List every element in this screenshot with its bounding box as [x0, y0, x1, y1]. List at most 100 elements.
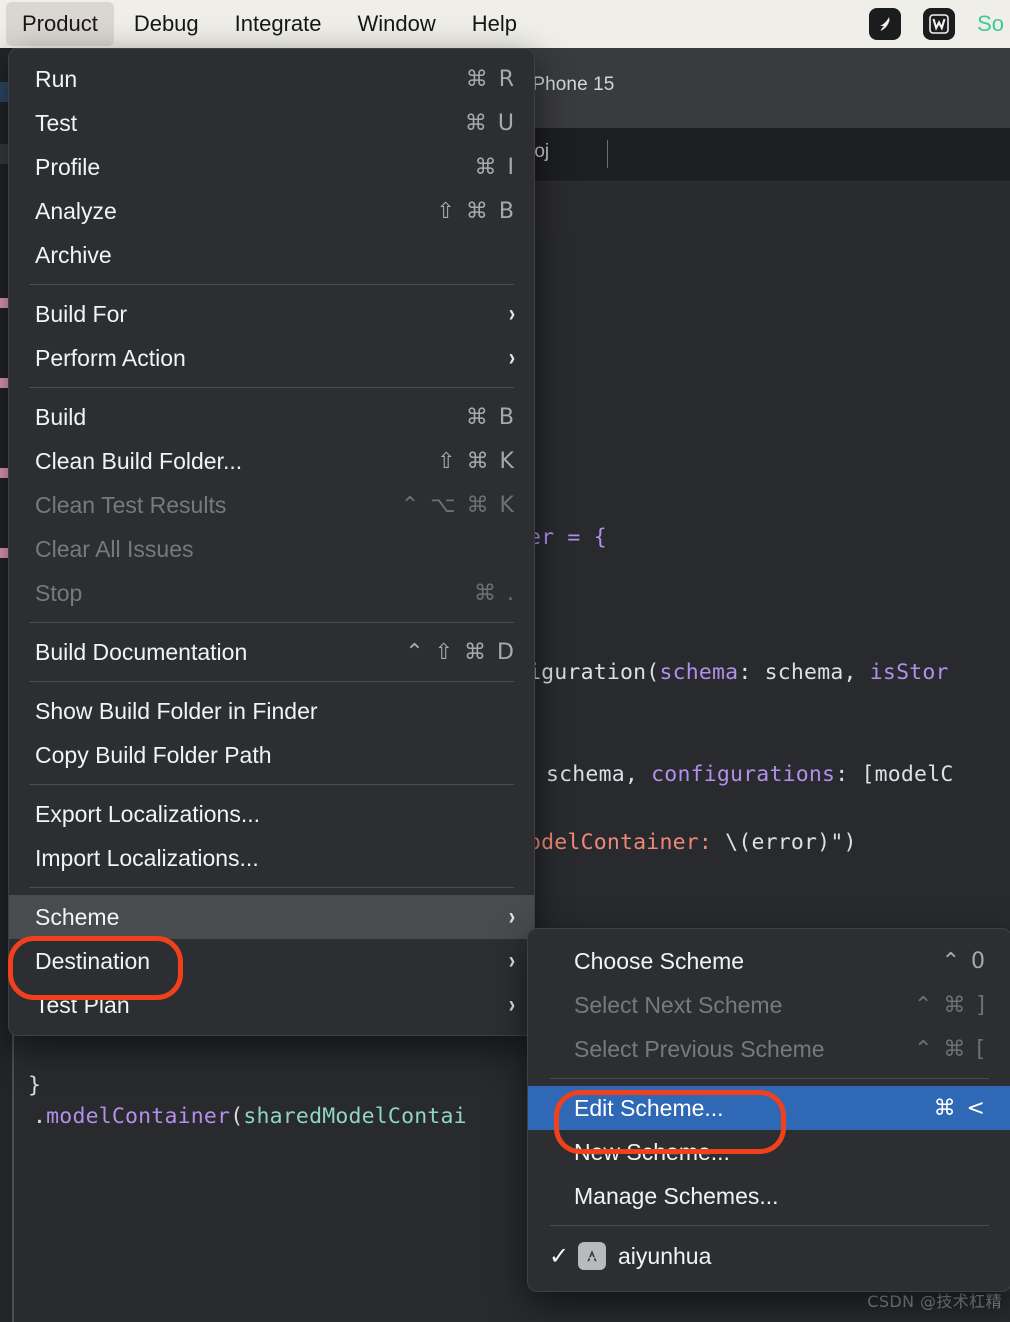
menu-item-shortcut: ⌘ . [474, 580, 516, 606]
menu-item-profile[interactable]: Profile ⌘ I [9, 145, 534, 189]
menu-separator [29, 284, 514, 285]
menu-item-build[interactable]: Build ⌘ B [9, 395, 534, 439]
menu-item-show-build-folder-in-finder[interactable]: Show Build Folder in Finder [9, 689, 534, 733]
menu-item-label: Select Next Scheme [574, 991, 783, 1018]
menu-item-label: Select Previous Scheme [574, 1035, 825, 1062]
xcode-scheme-app-icon [578, 1242, 606, 1270]
menubar-item-debug[interactable]: Debug [118, 2, 215, 46]
menubar-item-integrate[interactable]: Integrate [219, 2, 338, 46]
menu-item-copy-build-folder-path[interactable]: Copy Build Folder Path [9, 733, 534, 777]
menu-separator [550, 1225, 989, 1226]
menu-item-shortcut: ⌘ I [474, 154, 516, 180]
menu-item-stop: Stop ⌘ . [9, 571, 534, 615]
menu-item-scheme[interactable]: Scheme › [9, 895, 534, 939]
menu-item-select-previous-scheme: Select Previous Scheme ⌃ ⌘ [ [528, 1027, 1010, 1071]
menu-item-label: Clear All Issues [35, 535, 194, 562]
code-token: \(error)") [725, 830, 857, 855]
menu-item-label: Archive [35, 241, 112, 268]
menu-item-analyze[interactable]: Analyze ⇧ ⌘ B [9, 189, 534, 233]
menu-separator [29, 622, 514, 623]
menu-item-test-plan[interactable]: Test Plan › [9, 983, 534, 1027]
menu-item-destination[interactable]: Destination › [9, 939, 534, 983]
code-line: .modelContainer(sharedModelContai [33, 1104, 467, 1129]
chevron-right-icon: › [508, 300, 516, 327]
chevron-right-icon: › [508, 344, 516, 371]
code-token: schema [659, 660, 739, 685]
code-token: } [28, 1073, 42, 1098]
destination-device-label[interactable]: iPhone 15 [528, 74, 614, 96]
menu-item-perform-action[interactable]: Perform Action › [9, 336, 534, 380]
menu-item-shortcut: ⇧ ⌘ K [437, 448, 516, 474]
status-menu-text[interactable]: So [977, 11, 1004, 37]
code-token: . [33, 1104, 47, 1129]
menu-item-run[interactable]: Run ⌘ R [9, 57, 534, 101]
product-dropdown-menu[interactable]: Run ⌘ R Test ⌘ U Profile ⌘ I Analyze ⇧ ⌘ B Archi… [8, 48, 535, 1036]
menubar-item-product[interactable]: Product [6, 2, 114, 46]
menu-item-export-localizations[interactable]: Export Localizations... [9, 792, 534, 836]
menu-item-choose-scheme[interactable]: Choose Scheme ⌃ 0 [528, 939, 1010, 983]
menu-separator [29, 681, 514, 682]
scheme-submenu[interactable]: Choose Scheme ⌃ 0 Select Next Scheme ⌃ ⌘ ] S… [527, 928, 1010, 1292]
menu-item-shortcut: ⇧ ⌘ B [436, 198, 516, 224]
chevron-right-icon: › [508, 903, 516, 930]
code-token: sharedModelContai [243, 1104, 467, 1129]
menu-item-label: Edit Scheme... [574, 1094, 724, 1121]
wps-office-icon[interactable] [923, 8, 956, 40]
menu-item-label: New Scheme... [574, 1138, 730, 1165]
menu-item-new-scheme[interactable]: New Scheme... [528, 1130, 1010, 1174]
code-token: odelContainer: [528, 830, 726, 855]
menu-item-import-localizations[interactable]: Import Localizations... [9, 836, 534, 880]
menu-item-shortcut: ⌘ B [465, 404, 516, 430]
menu-item-label: Stop [35, 579, 83, 606]
menu-item-label: Build Documentation [35, 638, 248, 665]
menu-item-archive[interactable]: Archive [9, 233, 534, 277]
code-line: iguration(schema: schema, isStor [528, 660, 949, 685]
menu-item-label: Show Build Folder in Finder [35, 697, 318, 724]
menu-item-label: Build For [35, 300, 128, 327]
menu-item-shortcut: ⌘ U [464, 110, 516, 136]
menu-item-label: Scheme [35, 903, 120, 930]
menu-item-label: Choose Scheme [574, 947, 745, 974]
chevron-right-icon: › [508, 991, 516, 1018]
code-line: schema, configurations: [modelC [546, 762, 953, 787]
menu-item-label: Test [35, 109, 78, 136]
menu-item-scheme-aiyunhua[interactable]: ✓ aiyunhua [528, 1233, 1010, 1279]
menu-item-shortcut: ⌃ ⌘ [ [913, 1036, 987, 1062]
menu-item-edit-scheme[interactable]: Edit Scheme... ⌘ < [528, 1086, 1010, 1130]
menu-item-shortcut: ⌘ < [933, 1095, 987, 1121]
menu-item-label: Test Plan [35, 991, 130, 1018]
menu-item-label: Destination [35, 947, 151, 974]
code-token: er = { [528, 525, 607, 550]
chevron-right-icon: › [508, 947, 516, 974]
menubar-item-window[interactable]: Window [342, 2, 452, 46]
menu-item-label: Copy Build Folder Path [35, 741, 272, 768]
menu-item-clean-test-results: Clean Test Results ⌃ ⌥ ⌘ K [9, 483, 534, 527]
code-token: modelContainer [46, 1104, 231, 1129]
menu-item-label: Analyze [35, 197, 117, 224]
menu-bar-status-area: So [869, 8, 1010, 40]
scheme-name-label: aiyunhua [618, 1242, 712, 1269]
menu-separator [29, 784, 514, 785]
menu-separator [29, 387, 514, 388]
code-line: er = { [528, 525, 607, 550]
breadcrumb-divider [607, 140, 608, 168]
menu-item-clean-build-folder[interactable]: Clean Build Folder... ⇧ ⌘ K [9, 439, 534, 483]
menubar-item-help[interactable]: Help [456, 2, 533, 46]
wing-app-icon[interactable] [869, 8, 902, 40]
code-token: ( [230, 1104, 244, 1129]
menu-item-label: Clean Build Folder... [35, 447, 243, 474]
menu-item-test[interactable]: Test ⌘ U [9, 101, 534, 145]
menu-item-label: Profile [35, 153, 101, 180]
menu-item-label: Run [35, 65, 78, 92]
menu-item-label: Perform Action [35, 344, 186, 371]
menu-item-build-for[interactable]: Build For › [9, 292, 534, 336]
menu-item-manage-schemes[interactable]: Manage Schemes... [528, 1174, 1010, 1218]
menu-item-shortcut: ⌃ 0 [941, 948, 987, 974]
menu-item-label: Clean Test Results [35, 491, 227, 518]
checkmark-icon: ✓ [548, 1242, 570, 1270]
menu-item-label: Import Localizations... [35, 844, 259, 871]
code-token: schema, [546, 762, 652, 787]
code-token: : [modelC [835, 762, 954, 787]
macos-menu-bar: Product Debug Integrate Window Help So [0, 0, 1010, 48]
menu-item-build-documentation[interactable]: Build Documentation ⌃ ⇧ ⌘ D [9, 630, 534, 674]
